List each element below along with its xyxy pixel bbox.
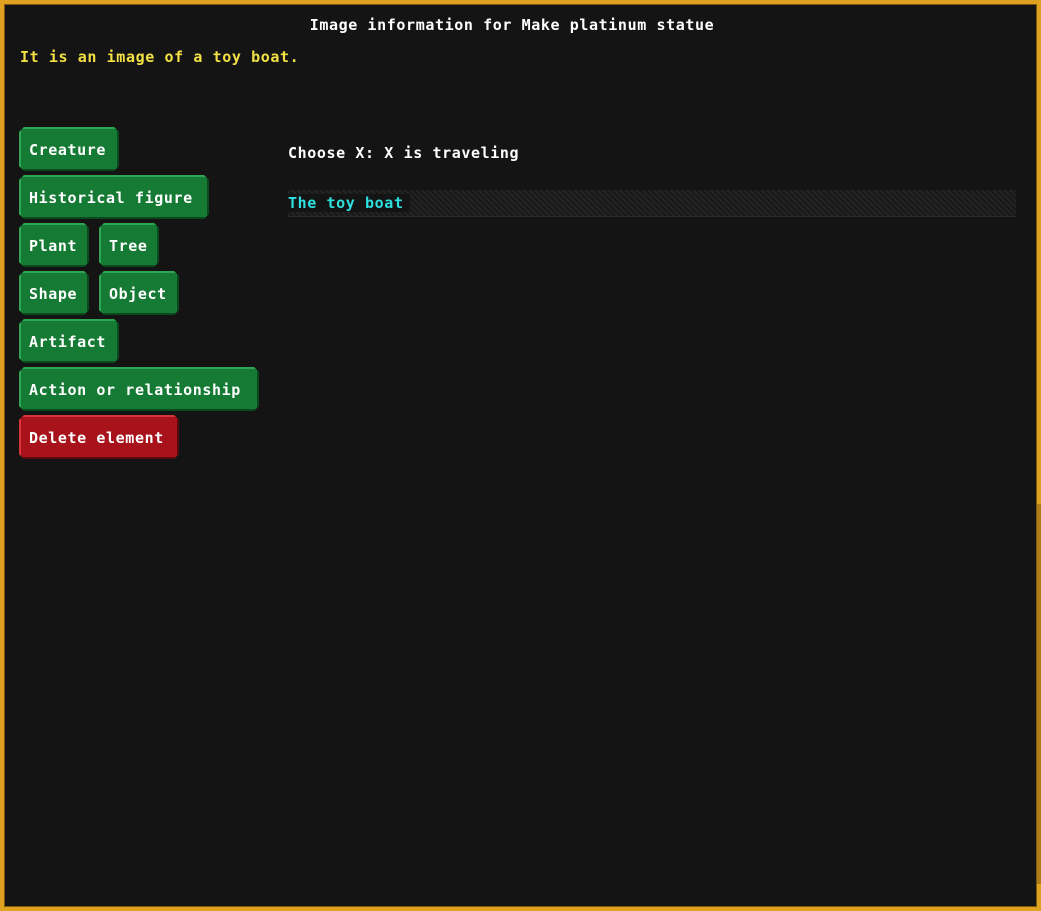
chooser-option[interactable]: The toy boat	[288, 190, 1016, 217]
chooser-prompt: Choose X: X is traveling	[288, 144, 520, 162]
delete-element-button[interactable]: Delete element	[19, 415, 179, 459]
object-button[interactable]: Object	[99, 271, 179, 315]
chooser-option-label: The toy boat	[288, 194, 410, 212]
tree-button[interactable]: Tree	[99, 223, 159, 267]
creature-button[interactable]: Creature	[19, 127, 119, 171]
historical-figure-button[interactable]: Historical figure	[19, 175, 209, 219]
plant-button[interactable]: Plant	[19, 223, 89, 267]
action-or-relationship-button[interactable]: Action or relationship	[19, 367, 259, 411]
window-title: Image information for Make platinum stat…	[309, 16, 715, 34]
image-description: It is an image of a toy boat.	[20, 48, 300, 66]
artifact-button[interactable]: Artifact	[19, 319, 119, 363]
shape-button[interactable]: Shape	[19, 271, 89, 315]
window-frame: Image information for Make platinum stat…	[0, 0, 1041, 911]
